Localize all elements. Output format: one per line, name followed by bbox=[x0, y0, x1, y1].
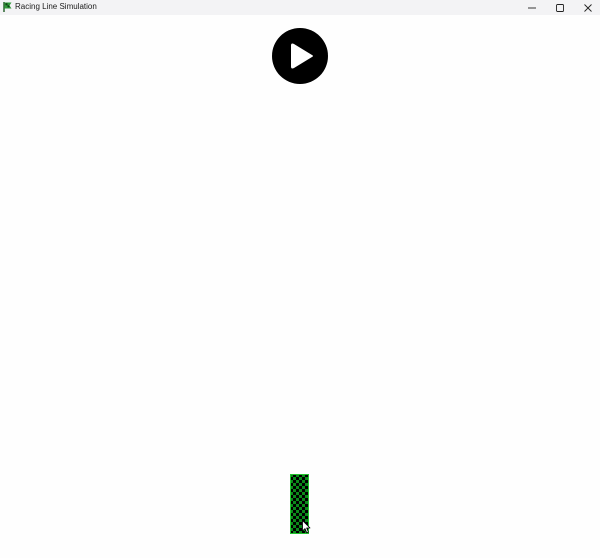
minimize-icon bbox=[528, 7, 536, 8]
race-flag-icon bbox=[3, 2, 12, 12]
title-bar[interactable]: Racing Line Simulation bbox=[0, 0, 600, 15]
window-title: Racing Line Simulation bbox=[15, 2, 97, 11]
app-window: Racing Line Simulation bbox=[0, 0, 600, 558]
minimize-button[interactable] bbox=[518, 0, 546, 15]
simulation-canvas[interactable] bbox=[0, 15, 600, 558]
maximize-icon bbox=[556, 3, 564, 12]
close-icon bbox=[584, 3, 592, 12]
play-icon bbox=[291, 43, 313, 69]
maximize-button[interactable] bbox=[546, 0, 574, 15]
play-button[interactable] bbox=[272, 28, 328, 84]
mouse-cursor-icon bbox=[302, 520, 311, 534]
close-button[interactable] bbox=[574, 0, 600, 15]
